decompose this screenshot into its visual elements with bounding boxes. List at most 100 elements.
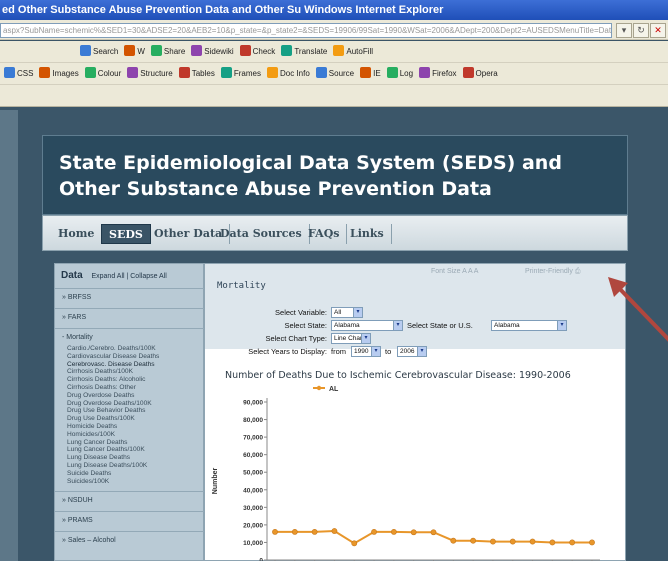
sidebar-item[interactable]: Drug Overdose Deaths (67, 392, 159, 400)
toolbar-button-sidewiki[interactable]: Sidewiki (191, 41, 234, 62)
toolbar-button-firefox[interactable]: Firefox (419, 63, 457, 84)
command-bar: ⌂ ▾ ▢ (0, 85, 668, 184)
toolbar-button-source[interactable]: Source (315, 63, 354, 84)
sidebar-item[interactable]: Cardio./Cerebro. Deaths/100K (67, 345, 159, 353)
from-year-dropdown[interactable]: 1990 ▾ (351, 346, 381, 357)
y-tick-label: 40,000 (243, 487, 263, 494)
sidebar-item[interactable]: Lung Cancer Deaths (67, 439, 159, 447)
nav-data-sources[interactable]: Data Sources (213, 224, 310, 244)
sidebar-item[interactable]: Lung Disease Deaths (67, 454, 159, 462)
toolbar-button-w[interactable]: W (124, 41, 145, 62)
toolbar-button-frames[interactable]: Frames (220, 63, 261, 84)
to-year-dropdown[interactable]: 2006 ▾ (397, 346, 427, 357)
nav-links[interactable]: Links (343, 224, 392, 244)
sidebar-item[interactable]: Suicide Deaths (67, 470, 159, 478)
sidebar-item[interactable]: Cerebrovasc. Disease Deaths (67, 361, 159, 369)
toolbar-button-check[interactable]: Check (239, 41, 275, 62)
toolbar-button-tables[interactable]: Tables (178, 63, 215, 84)
sidebar-section[interactable]: » BRFSS (55, 288, 205, 305)
select-state-us-value: Alabama (494, 322, 520, 329)
refresh-icon[interactable]: ↻ (633, 23, 649, 38)
to-label: to (385, 347, 392, 356)
toolbar-button-images[interactable]: Images (39, 63, 79, 84)
sidebar-section[interactable]: - Mortality (55, 328, 205, 345)
expand-collapse-links[interactable]: Expand All | Collapse All (91, 273, 166, 280)
mortality-item-list: Cardio./Cerebro. Deaths/100K Cardiovascul… (67, 345, 159, 485)
toolbar-button-search[interactable]: Search (80, 41, 118, 62)
select-variable-dropdown[interactable]: All ▾ (331, 307, 363, 318)
data-point (569, 539, 576, 546)
autofill-icon (333, 45, 345, 56)
select-state-us-dropdown[interactable]: Alabama ▾ (491, 320, 567, 331)
sidebar-item[interactable]: Homicides/100K (67, 431, 159, 439)
sidebar-heading: Data Expand All | Collapse All (61, 270, 167, 281)
font-size-control[interactable]: Font Size A A A (431, 268, 478, 275)
firefox-icon (419, 67, 431, 78)
toolbar-button-opera[interactable]: Opera (462, 63, 498, 84)
data-point (589, 539, 595, 546)
from-year-value: 1990 (354, 348, 369, 355)
toolbar-button-translate[interactable]: Translate (281, 41, 327, 62)
toolbar-button-ie[interactable]: IE (360, 63, 381, 84)
web-developer-toolbar: CSS Images Colour Structure Tables Frames Doc … (0, 63, 668, 85)
from-label: from (331, 347, 346, 356)
page-left-margin (0, 110, 18, 561)
toolbar-button-colour[interactable]: Colour (84, 63, 121, 84)
sidebar-item[interactable]: Cirrhosis Deaths: Other (67, 384, 159, 392)
sidebar-item[interactable]: Cirrhosis Deaths/100K (67, 368, 159, 376)
sidebar-item[interactable]: Drug Overdose Deaths/100K (67, 400, 159, 408)
y-tick-label: 70,000 (243, 435, 263, 442)
dropdown-arrow-icon[interactable]: ▾ (616, 23, 632, 38)
sidebar-section[interactable]: » Sales – Alcohol (55, 531, 205, 548)
toolbar-label: Log (399, 69, 414, 78)
docinfo-icon (266, 67, 278, 78)
sidebar-section[interactable]: » NSDUH (55, 491, 205, 508)
select-state-dropdown[interactable]: Alabama ▾ (331, 320, 403, 331)
toolbar-button-log[interactable]: Log (386, 63, 414, 84)
sidebar-item[interactable]: Suicides/100K (67, 478, 159, 486)
toolbar-label: IE (373, 69, 381, 78)
chart-type-label: Select Chart Type: (265, 334, 327, 343)
toolbar-label: Structure (140, 69, 173, 78)
chart-type-dropdown[interactable]: Line Chart ▾ (331, 333, 371, 344)
sidebar-item[interactable]: Lung Disease Deaths/100K (67, 462, 159, 470)
printer-icon: ⎙ (574, 268, 581, 275)
url-field[interactable]: aspx?SubName=schemic%&SED1=30&ADSE2=20&A… (0, 23, 612, 38)
toolbar-button-share[interactable]: Share (150, 41, 186, 62)
sidebar-item[interactable]: Lung Cancer Deaths/100K (67, 446, 159, 454)
wikipedia-icon (124, 45, 136, 56)
section-title: Mortality (217, 281, 266, 291)
data-point (430, 529, 437, 536)
data-point (509, 538, 516, 545)
nav-seds[interactable]: SEDS (101, 224, 151, 244)
main-panel: Font Size A A A Printer-Friendly ⎙ Morta… (204, 263, 626, 561)
chevron-down-icon: ▾ (417, 347, 426, 356)
toolbar-button-doc-info[interactable]: Doc Info (266, 63, 310, 84)
sidebar-item[interactable]: Homicide Deaths (67, 423, 159, 431)
toolbar-button-css[interactable]: CSS (4, 63, 33, 84)
sidebar-item[interactable]: Cirrhosis Deaths: Alcoholic (67, 376, 159, 384)
annotation-arrow-icon (608, 277, 668, 342)
toolbar-label: Share (163, 47, 186, 56)
data-point (331, 528, 338, 534)
nav-faqs[interactable]: FAQs (301, 224, 348, 244)
data-point (450, 537, 457, 544)
data-point (291, 529, 298, 535)
sidebar-section[interactable]: » PRAMS (55, 511, 205, 528)
printer-friendly-link[interactable]: Printer-Friendly ⎙ (525, 268, 580, 276)
sidebar-item[interactable]: Cardiovascular Disease Deaths (67, 353, 159, 361)
data-point (371, 529, 377, 535)
log-icon (386, 67, 398, 78)
sidebar-item[interactable]: Drug Use Behavior Deaths (67, 407, 159, 415)
sidebar-item[interactable]: Drug Use Deaths/100K (67, 415, 159, 423)
nav-home[interactable]: Home (51, 224, 103, 244)
sidebar-section[interactable]: » FARS (55, 308, 205, 325)
stop-icon[interactable]: ✕ (650, 23, 666, 38)
toolbar-button-structure[interactable]: Structure (127, 63, 173, 84)
y-tick-label: 20,000 (243, 522, 263, 529)
toolbar-label: W (137, 47, 145, 56)
toolbar-label: AutoFill (346, 47, 374, 56)
toolbar-button-autofill[interactable]: AutoFill (333, 41, 374, 62)
chart-type-value: Line Chart (334, 335, 364, 342)
screenshot-root: ed Other Substance Abuse Prevention Data… (0, 0, 668, 561)
